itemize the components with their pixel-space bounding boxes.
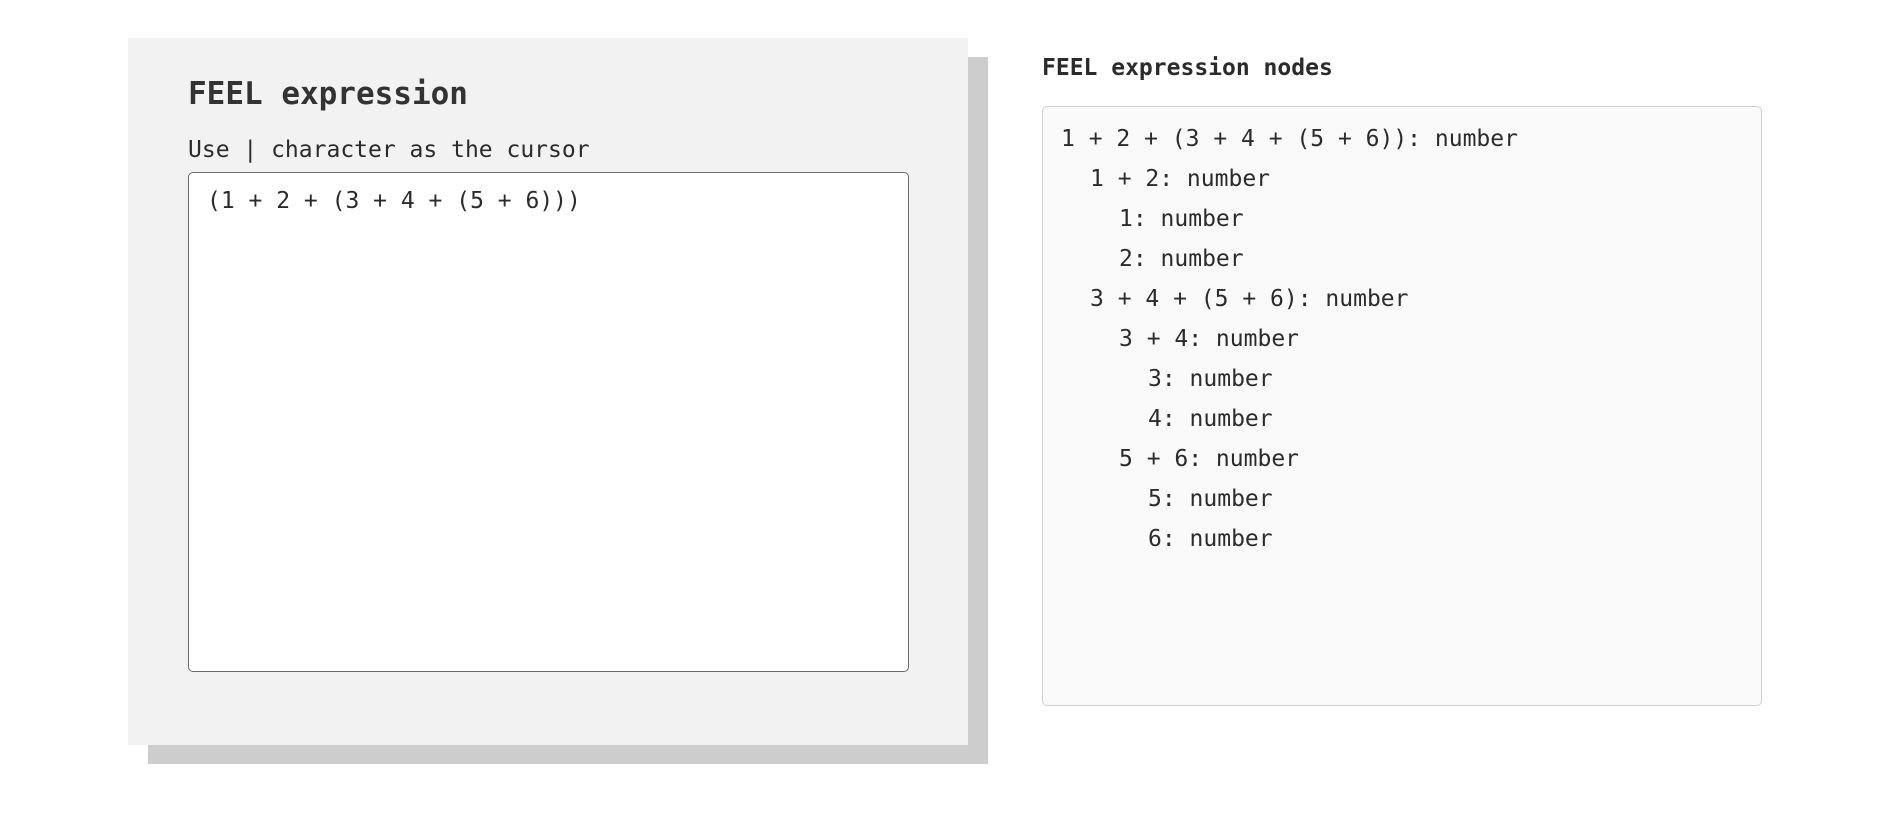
editor-title: FEEL expression [188,76,468,112]
tree-node: 1 + 2: number [1090,166,1271,192]
feel-expression-input[interactable] [188,172,909,672]
tree-node: 3: number [1148,366,1273,392]
nodes-title: FEEL expression nodes [1042,55,1333,81]
tree-node: 3 + 4 + (5 + 6): number [1090,286,1409,312]
tree-node: 5: number [1148,486,1273,512]
tree-node: 6: number [1148,526,1273,552]
expression-editor-panel: FEEL expression Use | character as the c… [128,38,968,745]
tree-node: 2: number [1119,246,1244,272]
tree-node: 5 + 6: number [1119,446,1300,472]
tree-node: 3 + 4: number [1119,326,1300,352]
cursor-hint-label: Use | character as the cursor [188,137,590,163]
expression-nodes-tree: 1 + 2 + (3 + 4 + (5 + 6)): number 1 + 2: … [1042,106,1762,706]
node-list: 1 + 2 + (3 + 4 + (5 + 6)): number 1 + 2: … [1061,119,1761,559]
tree-node: 1 + 2 + (3 + 4 + (5 + 6)): number [1061,126,1518,152]
tree-node: 1: number [1119,206,1244,232]
tree-node: 4: number [1148,406,1273,432]
